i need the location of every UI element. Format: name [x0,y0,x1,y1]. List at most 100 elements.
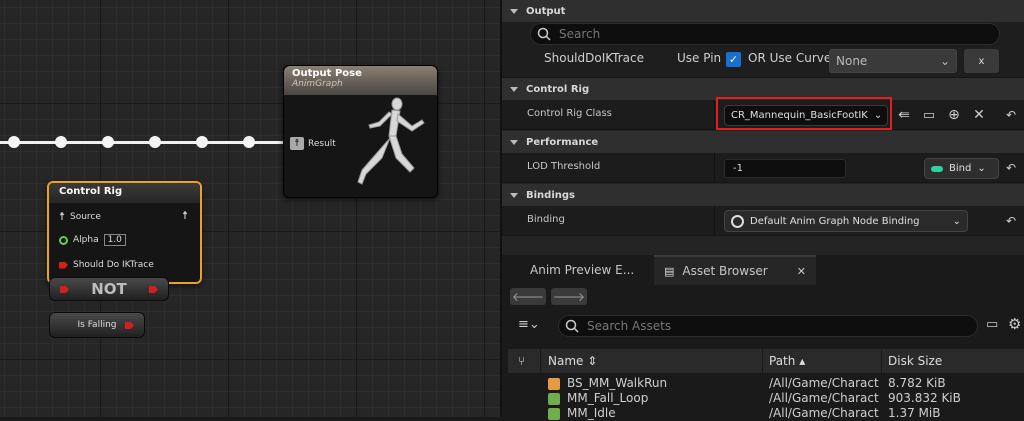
running-mannequin-icon [357,97,425,185]
alpha-pin[interactable]: Alpha 1.0 [59,234,126,246]
should-do-iktrace-label: Should Do IKTrace [73,260,154,270]
is-falling-node[interactable]: Is Falling [49,312,145,338]
collapse-arrow-icon [510,86,518,92]
asset-type-icon [548,393,560,405]
search-placeholder: Search [559,27,601,41]
bindings-section-label: Bindings [526,189,575,201]
wire-reroute-dot[interactable] [243,136,255,148]
binding-row: Binding Default Anim Graph Node Binding … [502,206,1024,236]
filter-icon[interactable]: ≡⌄ [518,317,540,332]
source-pin-label: Source [70,211,101,222]
wire-reroute-dot[interactable] [55,136,67,148]
table-row[interactable]: MM_Fall_Loop/All/Game/Charact 903.832 KiB [508,391,1024,406]
reset-icon[interactable]: ↶ [1002,159,1020,177]
alpha-value-input[interactable]: 1.0 [103,234,126,246]
chevron-down-icon: ⌄ [977,163,986,174]
wire-reroute-dot[interactable] [149,136,161,148]
use-pin-checkbox[interactable]: ✓ [726,52,741,67]
control-rig-node-title: Control Rig [49,183,200,203]
should-do-iktrace-property: ShouldDoIKTrace [544,51,645,65]
search-placeholder: Search Assets [587,319,672,333]
add-icon[interactable]: ⊕ [945,106,963,124]
control-rig-class-dropdown[interactable]: CR_Mannequin_BasicFootIK ⌄ [724,105,888,126]
lod-threshold-input[interactable]: -1 [724,159,846,178]
bind-dropdown[interactable]: Bind ⌄ [924,158,999,179]
asset-disk-size: 1.37 MiB [888,406,941,420]
use-pin-label: Use Pin [677,51,722,65]
asset-name: MM_Idle [567,406,616,420]
should-do-iktrace-pin[interactable]: Should Do IKTrace [59,260,154,270]
pose-out-pin-icon[interactable]: ☨ [182,209,188,222]
chevron-down-icon: ⌄ [939,54,950,68]
tab-asset-browser[interactable]: ▤ Asset Browser ✕ [654,255,816,285]
asset-path: /All/Game/Charact [769,406,879,420]
search-icon [565,319,579,333]
column-options-icon[interactable]: ⑂ [518,354,525,368]
bool-out-pin-icon[interactable] [125,322,134,329]
asset-browser-panel: Anim Preview E... ▤ Asset Browser ✕ 🡐 🡒 … [500,255,1024,420]
folder-search-icon[interactable]: ▭ [986,317,998,332]
binding-dropdown[interactable]: Default Anim Graph Node Binding ⌄ [724,210,968,232]
bool-out-pin-icon[interactable] [149,286,158,293]
not-node-label: NOT [91,280,127,298]
performance-section-header[interactable]: Performance [502,131,1024,153]
tab-anim-preview-editor[interactable]: Anim Preview E... [520,255,644,285]
bindings-section-header[interactable]: Bindings [502,184,1024,206]
collapse-arrow-icon [510,8,518,14]
asset-type-icon [548,408,560,420]
settings-gear-icon[interactable]: ⚙ [1008,315,1021,333]
asset-type-icon [548,378,560,390]
wire-reroute-dot[interactable] [8,136,20,148]
table-row[interactable]: BS_MM_WalkRun/All/Game/Charact 8.782 KiB [508,376,1024,391]
bool-in-pin-icon[interactable] [60,286,69,293]
back-button[interactable]: 🡐 [510,288,546,305]
not-node[interactable]: NOT [49,277,169,301]
search-icon [537,27,551,41]
asset-path: /All/Game/Charact [769,391,879,405]
asset-path: /All/Game/Charact [769,376,879,390]
reset-icon[interactable]: ↶ [1002,106,1020,124]
collapse-arrow-icon [510,139,518,145]
curve-dropdown[interactable]: None ⌄ [829,49,957,73]
anim-graph-canvas[interactable]: Output Pose AnimGraph ☨ Result Control R… [0,0,500,417]
asset-disk-size: 903.832 KiB [888,391,961,405]
wire-reroute-dot[interactable] [102,136,114,148]
alpha-pin-label: Alpha [73,235,99,245]
output-section-header[interactable]: Output [502,0,1024,22]
column-name[interactable]: Name ⇕ [548,354,597,368]
wire-reroute-dot[interactable] [196,136,208,148]
asset-table-header: ⑂ Name ⇕ Path ▴ Disk Size [508,349,1024,373]
output-pose-node[interactable]: Output Pose AnimGraph ☨ Result [283,65,438,198]
column-divider [714,100,715,129]
forward-button[interactable]: 🡒 [551,288,587,305]
reset-icon[interactable]: ↶ [1002,212,1020,230]
column-path[interactable]: Path ▴ [769,354,805,368]
clear-icon[interactable]: ✕ [970,106,988,124]
float-pin-icon [59,235,68,245]
bind-label: Bind [949,163,972,174]
source-pin[interactable]: ☨ Source [59,210,101,223]
collapse-arrow-icon [510,192,518,198]
or-use-curve-label: OR Use Curve [748,51,832,65]
table-row[interactable]: MM_Idle/All/Game/Charact 1.37 MiB [508,406,1024,421]
column-disk-size[interactable]: Disk Size [888,354,942,368]
clear-curve-button[interactable]: x [964,49,999,73]
control-rig-node[interactable]: Control Rig ☨ Source ☨ Alpha 1.0 Should … [47,181,202,284]
performance-section-label: Performance [526,136,599,148]
result-pin[interactable]: ☨ Result [290,137,336,150]
details-panel: Output Search ShouldDoIKTrace Use Pin ✓ … [500,0,1024,255]
result-pin-label: Result [308,138,336,149]
asset-disk-size: 8.782 KiB [888,376,946,390]
bind-status-icon [931,165,943,172]
is-falling-label: Is Falling [77,320,117,330]
lod-threshold-row: LOD Threshold -1 Bind ⌄ ↶ [502,153,1024,183]
details-search-input[interactable]: Search [530,23,1000,45]
use-selected-icon[interactable]: ⇚ [895,106,913,124]
control-rig-class-value: CR_Mannequin_BasicFootIK [731,110,868,121]
asset-browser-icon: ▤ [664,264,675,278]
asset-search-input[interactable]: Search Assets [558,315,978,337]
column-divider [714,206,715,235]
close-tab-icon[interactable]: ✕ [797,265,806,278]
browse-folder-icon[interactable]: ▭ [920,106,938,124]
output-pose-subtitle: AnimGraph [292,79,343,89]
